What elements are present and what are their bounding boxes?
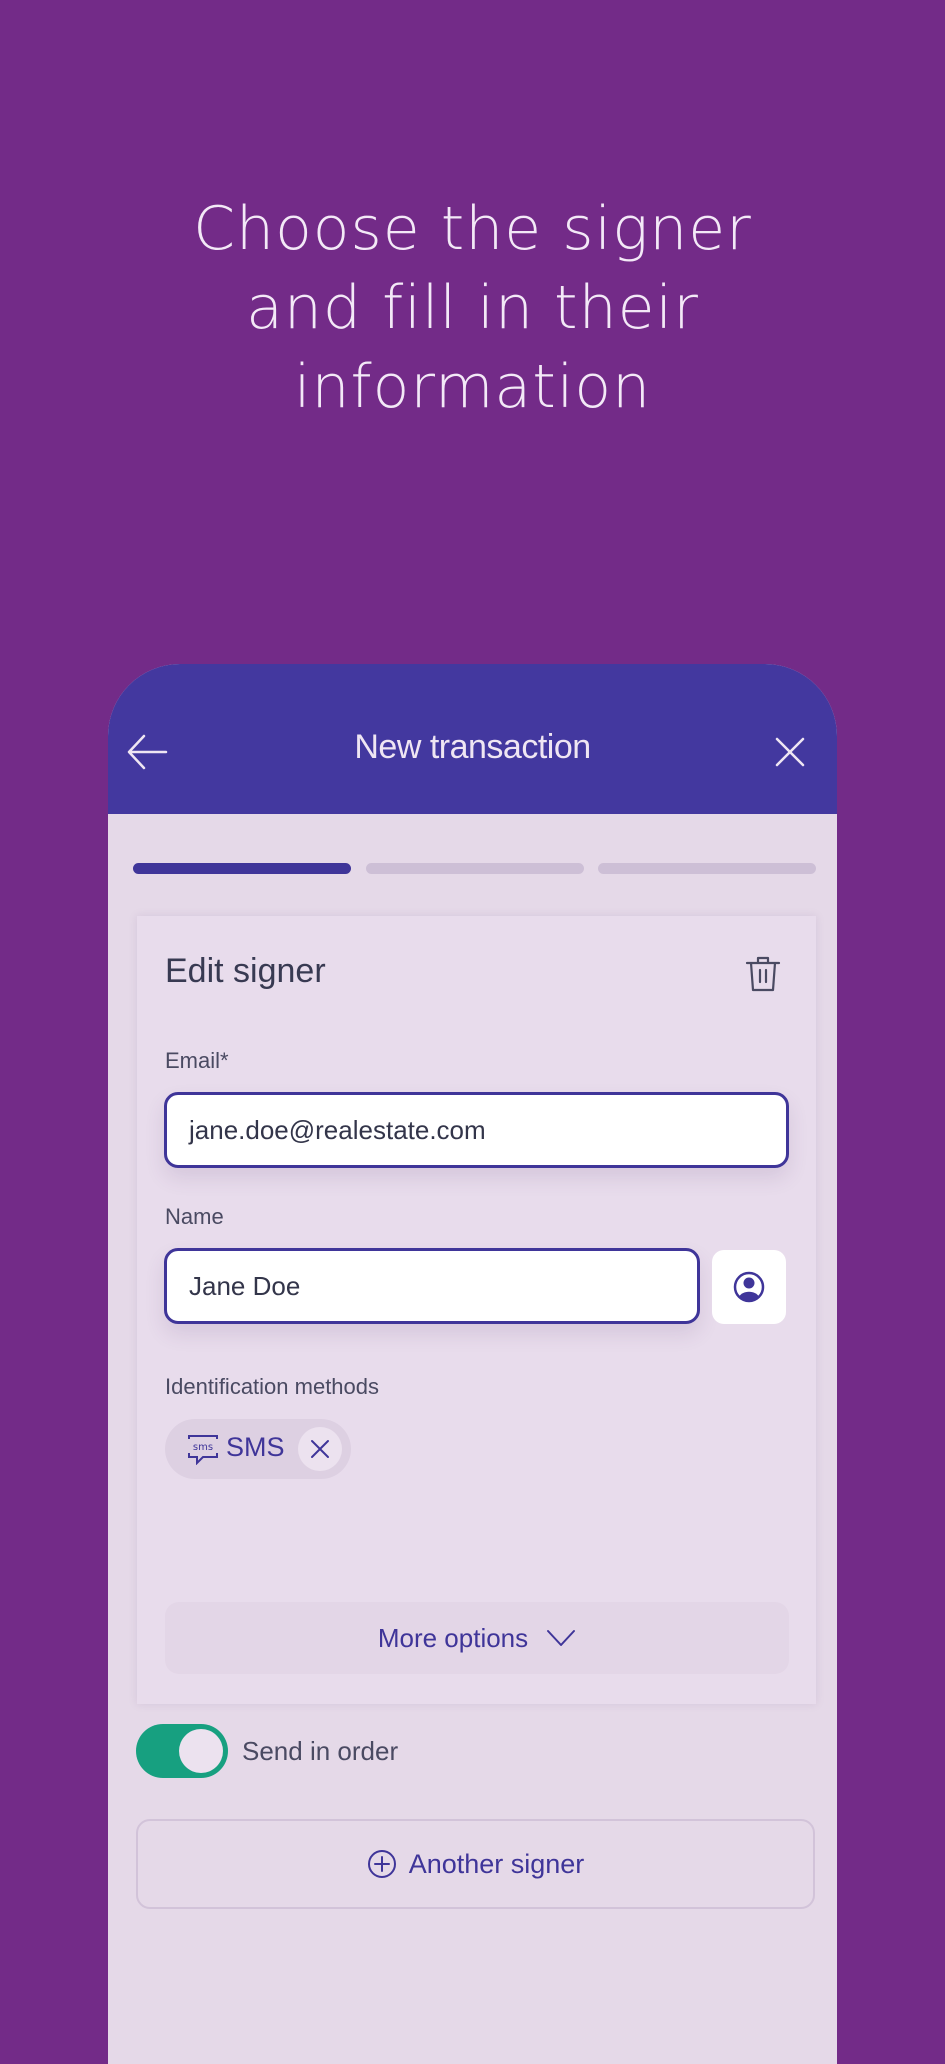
send-in-order-label: Send in order bbox=[242, 1736, 399, 1766]
toggle-knob bbox=[179, 1729, 223, 1773]
identification-chip-sms: sms SMS bbox=[165, 1419, 351, 1479]
edit-signer-card: Edit signer Email* jane.doe@realestate.c… bbox=[137, 916, 816, 1704]
phone-screen: New transaction Edit signer Email* jane.… bbox=[108, 664, 837, 2064]
user-circle-icon bbox=[733, 1271, 765, 1303]
progress-step-1-active bbox=[133, 863, 351, 874]
select-contact-button[interactable] bbox=[712, 1250, 786, 1324]
add-another-signer-button[interactable]: Another signer bbox=[136, 1819, 815, 1909]
headline-line-3: information bbox=[293, 352, 652, 422]
email-label: Email* bbox=[165, 1048, 229, 1073]
headline-line-1: Choose the signer bbox=[193, 194, 752, 264]
trash-icon bbox=[745, 956, 781, 992]
chip-label: SMS bbox=[226, 1432, 285, 1462]
more-options-label: More options bbox=[377, 1622, 529, 1653]
headline: Choose the signer and fill in their info… bbox=[0, 190, 945, 427]
chevron-down-icon bbox=[547, 1630, 576, 1646]
delete-signer-button[interactable] bbox=[743, 954, 783, 994]
another-signer-label: Another signer bbox=[408, 1848, 585, 1879]
progress-step-3 bbox=[598, 863, 816, 874]
headline-line-2: and fill in their bbox=[246, 273, 699, 343]
name-field[interactable]: Jane Doe bbox=[164, 1248, 700, 1324]
identification-label: Identification methods bbox=[165, 1374, 380, 1399]
more-options-button[interactable]: More options bbox=[165, 1602, 789, 1674]
svg-text:sms: sms bbox=[193, 1442, 213, 1453]
close-icon bbox=[311, 1440, 329, 1458]
remove-chip-button[interactable] bbox=[298, 1427, 342, 1471]
sms-icon: sms bbox=[188, 1435, 218, 1465]
card-title: Edit signer bbox=[165, 952, 326, 990]
email-field[interactable]: jane.doe@realestate.com bbox=[164, 1092, 789, 1168]
close-icon bbox=[775, 737, 805, 767]
page-title: New transaction bbox=[354, 728, 591, 766]
close-button[interactable] bbox=[774, 736, 806, 768]
progress-step-2 bbox=[366, 863, 584, 874]
send-in-order-toggle[interactable] bbox=[136, 1724, 228, 1778]
plus-circle-icon bbox=[367, 1850, 396, 1878]
app-bar: New transaction bbox=[108, 664, 837, 814]
name-label: Name bbox=[165, 1204, 224, 1229]
